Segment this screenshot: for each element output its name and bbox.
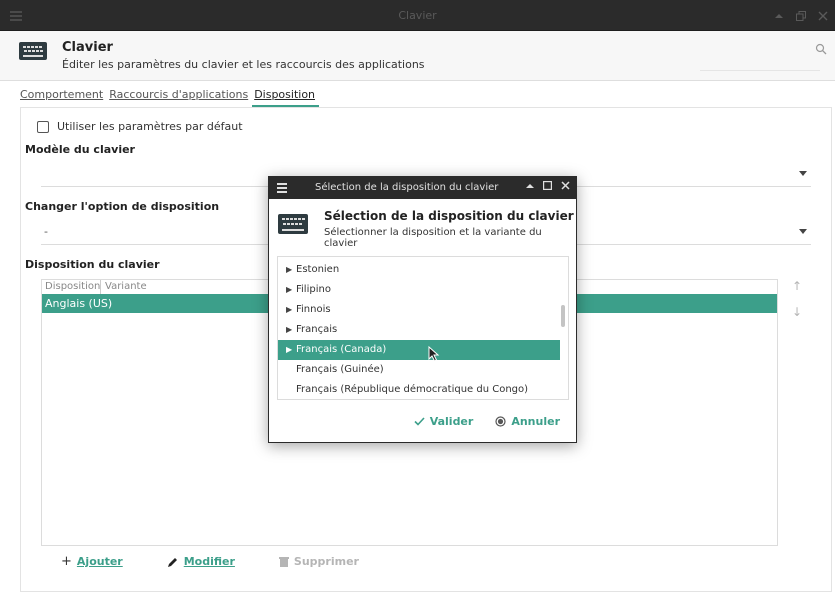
page-header: Clavier Éditer les paramètres du clavier… <box>0 31 835 81</box>
dialog-menu-icon[interactable] <box>277 183 287 193</box>
close-icon[interactable] <box>817 9 829 23</box>
restore-icon[interactable] <box>795 9 807 23</box>
move-up-arrow-icon[interactable]: ↑ <box>790 279 804 293</box>
tab-disposition[interactable]: Disposition <box>252 85 320 107</box>
list-item[interactable]: Français (Guinée) <box>278 360 568 380</box>
keyboard-icon <box>278 214 308 234</box>
dialog-minimize-icon[interactable] <box>526 183 534 189</box>
expand-arrow-icon[interactable]: ▶ <box>286 260 296 280</box>
chevron-down-icon <box>799 229 807 234</box>
expand-arrow-icon[interactable]: ▶ <box>286 300 296 320</box>
keyboard-model-heading: Modèle du clavier <box>25 143 135 156</box>
page-subtitle: Éditer les paramètres du clavier et les … <box>62 58 425 71</box>
column-header-layout[interactable]: Disposition <box>45 280 101 294</box>
dialog-title: Sélection de la disposition du clavier <box>324 209 574 223</box>
list-item[interactable]: ▶ Finnois <box>278 300 568 320</box>
tab-raccourcis[interactable]: Raccourcis d'applications <box>107 85 252 107</box>
window-titlebar: Clavier <box>0 0 835 31</box>
list-item[interactable]: ▶ Estonien <box>278 260 568 280</box>
dialog-maximize-icon[interactable] <box>543 181 552 190</box>
validate-button[interactable]: Valider <box>414 415 473 428</box>
list-item-selected[interactable]: ▶ Français (Canada) <box>278 340 560 360</box>
mouse-cursor-icon <box>428 346 440 362</box>
delete-button[interactable]: Supprimer <box>278 555 359 568</box>
list-scrollbar[interactable] <box>561 305 565 327</box>
cancel-button[interactable]: Annuler <box>495 415 560 428</box>
check-icon <box>414 417 425 426</box>
dialog-subtitle: Sélectionner la disposition et la varian… <box>324 227 542 249</box>
list-item[interactable]: ▶ Filipino <box>278 280 568 300</box>
cancel-icon <box>495 416 506 427</box>
search-input[interactable] <box>700 39 820 71</box>
use-defaults-row[interactable]: Utiliser les paramètres par défaut <box>37 120 243 133</box>
keyboard-icon <box>19 42 47 60</box>
expand-arrow-icon[interactable]: ▶ <box>286 320 296 340</box>
minimize-icon[interactable] <box>773 9 785 23</box>
expand-arrow-icon[interactable]: ▶ <box>286 280 296 300</box>
pencil-icon <box>167 557 177 567</box>
layout-option-heading: Changer l'option de disposition <box>25 200 220 213</box>
search-icon[interactable] <box>815 43 827 55</box>
window-title: Clavier <box>398 9 437 22</box>
edit-button[interactable]: Modifier <box>167 555 235 568</box>
layout-tree-list[interactable]: ▶ Estonien ▶ Filipino ▶ Finnois ▶ Français ▶… <box>277 256 569 400</box>
layout-selection-dialog: Sélection de la disposition du clavier S… <box>268 176 577 443</box>
list-item[interactable]: ▶ Français <box>278 320 568 340</box>
dialog-close-icon[interactable] <box>561 181 570 190</box>
plus-icon: + <box>61 554 72 569</box>
move-down-arrow-icon[interactable]: ↓ <box>790 305 804 319</box>
trash-icon <box>278 557 289 567</box>
column-header-variant[interactable]: Variante <box>101 280 147 294</box>
expand-arrow-icon[interactable]: ▶ <box>286 340 296 360</box>
add-button[interactable]: + Ajouter <box>61 554 123 569</box>
tab-comportement[interactable]: Comportement <box>20 85 107 107</box>
keyboard-layout-heading: Disposition du clavier <box>25 258 160 271</box>
use-defaults-checkbox[interactable] <box>37 120 49 133</box>
dialog-window-title: Sélection de la disposition du clavier <box>315 182 499 193</box>
list-item[interactable]: Français (République démocratique du Con… <box>278 380 568 399</box>
tab-bar: Comportement Raccourcis d'applications D… <box>20 85 320 107</box>
chevron-down-icon <box>799 171 807 176</box>
use-defaults-label: Utiliser les paramètres par défaut <box>57 120 243 133</box>
dialog-titlebar: Sélection de la disposition du clavier <box>269 177 576 199</box>
page-title: Clavier <box>62 40 113 55</box>
